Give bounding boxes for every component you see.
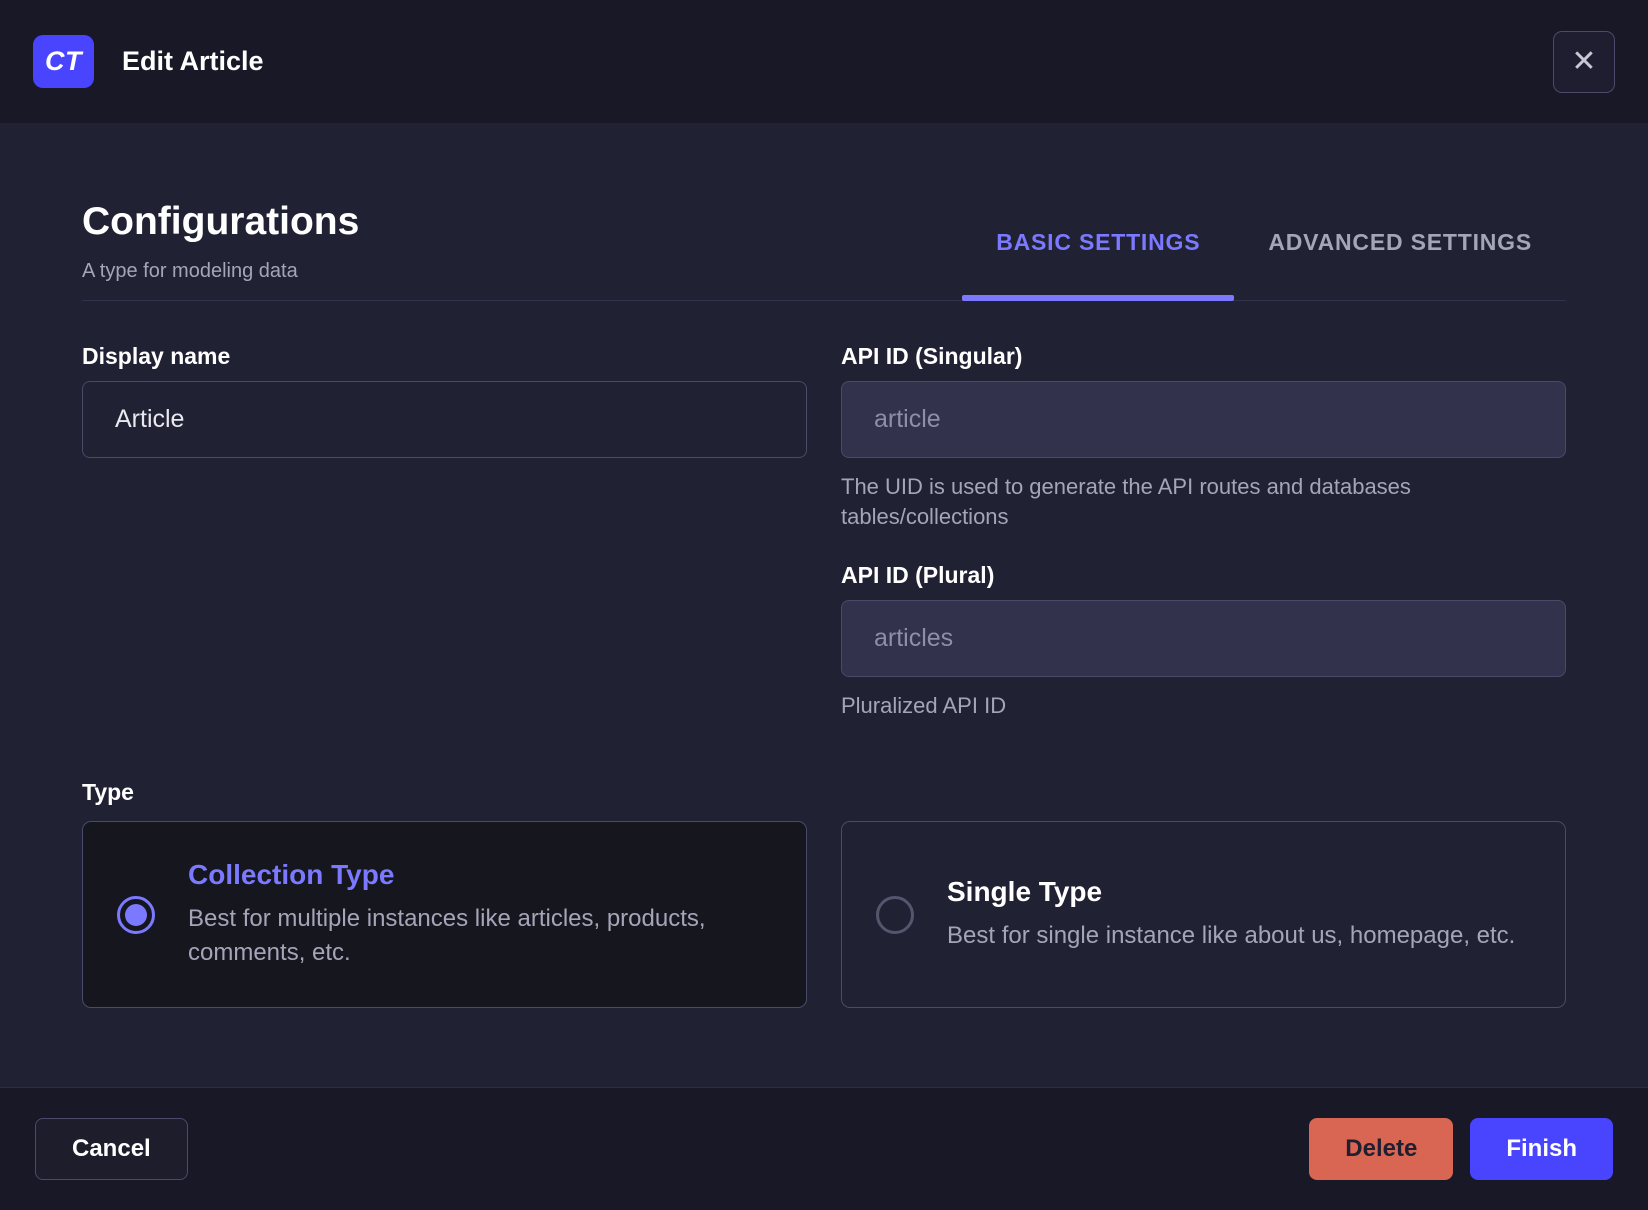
api-id-plural-input bbox=[841, 600, 1566, 677]
api-id-plural-label: API ID (Plural) bbox=[841, 562, 995, 588]
display-name-label: Display name bbox=[82, 343, 231, 369]
close-icon: ✕ bbox=[1571, 44, 1597, 78]
collection-type-title: Collection Type bbox=[188, 859, 395, 890]
modal-title: Edit Article bbox=[122, 46, 264, 76]
api-id-plural-hint: Pluralized API ID bbox=[841, 693, 1007, 718]
single-type-title: Single Type bbox=[947, 876, 1103, 907]
page-title: Configurations bbox=[82, 200, 360, 243]
collection-type-radio[interactable] bbox=[117, 895, 155, 934]
form-column-right: API ID (Singular) The UID is used to gen… bbox=[841, 343, 1566, 721]
api-id-singular-label: API ID (Singular) bbox=[841, 343, 1023, 369]
cancel-button[interactable]: Cancel bbox=[35, 1118, 188, 1180]
settings-tabs: BASIC SETTINGS ADVANCED SETTINGS bbox=[962, 229, 1566, 301]
single-type-text: Single Type Best for single instance lik… bbox=[947, 876, 1515, 953]
type-section: Type Collection Type Best for multiple i… bbox=[82, 779, 1566, 1008]
finish-button[interactable]: Finish bbox=[1470, 1118, 1613, 1180]
modal-footer: Cancel Delete Finish bbox=[0, 1087, 1648, 1210]
api-id-singular-hint: The UID is used to generate the API rout… bbox=[841, 474, 1411, 529]
api-id-plural-field: API ID (Plural) Pluralized API ID bbox=[841, 562, 1566, 721]
modal-body: Configurations A type for modeling data … bbox=[0, 123, 1648, 1087]
single-type-description: Best for single instance like about us, … bbox=[947, 922, 1516, 949]
content-type-badge-icon: CT bbox=[33, 35, 94, 88]
type-options: Collection Type Best for multiple instan… bbox=[82, 821, 1566, 1008]
footer-actions: Delete Finish bbox=[1309, 1118, 1613, 1180]
delete-button[interactable]: Delete bbox=[1309, 1118, 1454, 1180]
configuration-form: Display name API ID (Singular) The UID i… bbox=[82, 343, 1566, 721]
edit-article-modal: CT Edit Article ✕ Configurations A type … bbox=[0, 0, 1648, 1210]
collection-type-text: Collection Type Best for multiple instan… bbox=[188, 859, 772, 970]
modal-header: CT Edit Article ✕ bbox=[0, 0, 1648, 123]
api-id-singular-input bbox=[841, 381, 1566, 458]
configurations-header: Configurations A type for modeling data … bbox=[82, 123, 1566, 301]
collection-type-description: Best for multiple instances like article… bbox=[188, 905, 706, 966]
page-subtitle: A type for modeling data bbox=[82, 260, 298, 282]
tab-advanced-settings[interactable]: ADVANCED SETTINGS bbox=[1234, 229, 1566, 300]
display-name-field: Display name bbox=[82, 343, 807, 458]
form-column-left: Display name bbox=[82, 343, 807, 721]
close-button[interactable]: ✕ bbox=[1553, 30, 1615, 93]
single-type-card[interactable]: Single Type Best for single instance lik… bbox=[841, 821, 1566, 1008]
display-name-input[interactable] bbox=[82, 381, 807, 458]
configurations-heading-block: Configurations A type for modeling data bbox=[82, 200, 359, 300]
tab-basic-settings[interactable]: BASIC SETTINGS bbox=[962, 229, 1235, 301]
type-label: Type bbox=[82, 779, 134, 805]
collection-type-card[interactable]: Collection Type Best for multiple instan… bbox=[82, 821, 807, 1008]
single-type-radio[interactable] bbox=[876, 895, 914, 934]
api-id-singular-field: API ID (Singular) The UID is used to gen… bbox=[841, 343, 1566, 532]
